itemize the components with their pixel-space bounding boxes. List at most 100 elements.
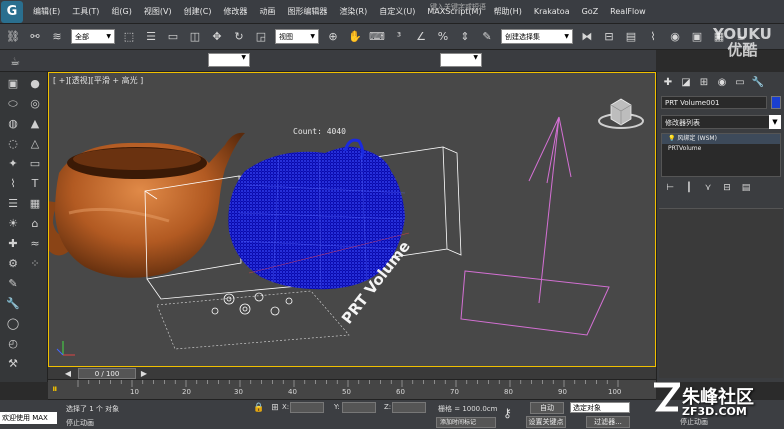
- menu-customize[interactable]: 自定义(U): [373, 6, 421, 17]
- clock-icon[interactable]: ◴: [4, 336, 22, 352]
- show-end-result-icon[interactable]: ┃: [682, 182, 696, 194]
- menu-rendering[interactable]: 渲染(R): [333, 6, 373, 17]
- menu-animation[interactable]: 动画: [253, 6, 281, 17]
- utilities-panel-icon[interactable]: 🔧: [751, 76, 765, 90]
- x-coord-field[interactable]: [290, 402, 324, 413]
- align-icon[interactable]: ⊟: [601, 29, 617, 45]
- curve-editor-icon[interactable]: ⌇: [645, 29, 661, 45]
- teapot-object[interactable]: [49, 132, 245, 278]
- helper-icon[interactable]: ✚: [4, 236, 22, 252]
- teapot-icon[interactable]: ☕: [7, 53, 23, 69]
- time-slider-thumb[interactable]: 0 / 100: [78, 368, 136, 379]
- subbar-dropdown-2[interactable]: ▼: [440, 53, 482, 67]
- y-coord-field[interactable]: [342, 402, 376, 413]
- tube-icon[interactable]: ◌: [4, 136, 22, 152]
- text-shape-icon[interactable]: T: [26, 176, 44, 192]
- lock-selection-icon[interactable]: 🔒: [251, 400, 267, 416]
- snap-icon[interactable]: ³: [391, 29, 407, 45]
- make-unique-icon[interactable]: ⋎: [701, 182, 715, 194]
- pivot-icon[interactable]: ⊕: [325, 29, 341, 45]
- modifier-list-dropdown[interactable]: 修改器列表: [661, 115, 771, 129]
- menu-krakatoa[interactable]: Krakatoa: [528, 7, 576, 16]
- star-icon[interactable]: ✦: [4, 156, 22, 172]
- display-panel-icon[interactable]: ▭: [733, 76, 747, 90]
- menu-modifiers[interactable]: 修改器: [217, 6, 253, 17]
- menu-edit[interactable]: 编辑(E): [27, 6, 66, 17]
- torus-icon[interactable]: ◎: [26, 96, 44, 112]
- add-time-tag[interactable]: 添加时间标记: [436, 417, 496, 428]
- scale-icon[interactable]: ◲: [253, 29, 269, 45]
- pin-stack-icon[interactable]: ⊢: [663, 182, 677, 194]
- wrench-icon[interactable]: 🔧: [4, 296, 22, 312]
- menu-create[interactable]: 创建(C): [178, 6, 218, 17]
- reference-coord-dropdown[interactable]: 视图 ▼: [275, 29, 319, 44]
- keyboard-shortcut-icon[interactable]: ⌨: [369, 29, 385, 45]
- time-next-icon[interactable]: ▶: [138, 368, 150, 379]
- modify-panel-icon[interactable]: ◪: [679, 76, 693, 90]
- set-key-button[interactable]: 设置关键点: [526, 416, 566, 428]
- app-logo-icon[interactable]: G: [1, 0, 23, 23]
- unlink-icon[interactable]: ⚯: [27, 29, 43, 45]
- bulb-icon[interactable]: 💡: [668, 135, 675, 142]
- angle-snap-icon[interactable]: ∠: [413, 29, 429, 45]
- brush-icon[interactable]: ✎: [4, 276, 22, 292]
- cylinder-icon[interactable]: ⬭: [4, 96, 22, 112]
- menu-help[interactable]: 帮助(H): [488, 6, 528, 17]
- plane-icon[interactable]: ▭: [26, 156, 44, 172]
- select-manipulate-icon[interactable]: ✋: [347, 29, 363, 45]
- named-selection-dropdown[interactable]: 创建选择集 ▼: [501, 29, 573, 44]
- z-coord-field[interactable]: [392, 402, 426, 413]
- absolute-mode-icon[interactable]: ⊞: [267, 400, 283, 416]
- light-icon[interactable]: ☀: [4, 216, 22, 232]
- menu-realflow[interactable]: RealFlow: [604, 7, 652, 16]
- menu-group[interactable]: 组(G): [105, 6, 137, 17]
- menu-graph-editors[interactable]: 图形编辑器: [281, 6, 333, 17]
- layers-icon[interactable]: ☰: [4, 196, 22, 212]
- camera-icon[interactable]: ⌂: [26, 216, 44, 232]
- grid-icon[interactable]: ▦: [26, 196, 44, 212]
- rotate-icon[interactable]: ↻: [231, 29, 247, 45]
- spinner-snap-icon[interactable]: ⇕: [457, 29, 473, 45]
- select-object-icon[interactable]: ⬚: [121, 29, 137, 45]
- ring-icon[interactable]: ◯: [4, 316, 22, 332]
- pyramid-icon[interactable]: △: [26, 136, 44, 152]
- rect-region-icon[interactable]: ▭: [165, 29, 181, 45]
- motion-panel-icon[interactable]: ◉: [715, 76, 729, 90]
- search-input[interactable]: 键入关键字或短语: [430, 2, 490, 11]
- maxscript-listener[interactable]: 欢迎使用 MAX: [0, 412, 57, 424]
- select-by-name-icon[interactable]: ☰: [143, 29, 159, 45]
- modifier-list-arrow[interactable]: ▼: [769, 115, 781, 129]
- configure-sets-icon[interactable]: ▤: [739, 182, 753, 194]
- hierarchy-panel-icon[interactable]: ⊞: [697, 76, 711, 90]
- stack-item-prtvolume[interactable]: PRTVolume: [662, 144, 780, 154]
- viewcube-icon[interactable]: [597, 95, 645, 131]
- wind-spacewarp-object[interactable]: [460, 116, 610, 336]
- particle-icon[interactable]: ⁘: [26, 256, 44, 272]
- track-bar[interactable]: ⏸ 10 20 30 40 50 60 70 80 90 100: [48, 380, 656, 400]
- key-icon[interactable]: ⚷: [503, 406, 512, 420]
- mirror-icon[interactable]: ⧓: [579, 29, 595, 45]
- box-icon[interactable]: ▣: [4, 76, 22, 92]
- menu-tools[interactable]: 工具(T): [66, 6, 105, 17]
- auto-key-button[interactable]: 自动: [530, 402, 564, 414]
- spacewarp-icon[interactable]: ≈: [26, 236, 44, 252]
- key-filters-button[interactable]: 过滤器...: [586, 416, 630, 428]
- material-editor-icon[interactable]: ◉: [667, 29, 683, 45]
- remove-modifier-icon[interactable]: ⊟: [720, 182, 734, 194]
- sphere-icon[interactable]: ●: [26, 76, 44, 92]
- create-panel-icon[interactable]: ✚: [661, 76, 675, 90]
- helix-icon[interactable]: ⌇: [4, 176, 22, 192]
- percent-snap-icon[interactable]: %: [435, 29, 451, 45]
- geosphere-icon[interactable]: ◍: [4, 116, 22, 132]
- system-icon[interactable]: ⚙: [4, 256, 22, 272]
- move-icon[interactable]: ✥: [209, 29, 225, 45]
- window-crossing-icon[interactable]: ◫: [187, 29, 203, 45]
- object-name-field[interactable]: PRT Volume001: [661, 96, 767, 109]
- subbar-dropdown-1[interactable]: ▼: [208, 53, 250, 67]
- time-slider[interactable]: ◀ 0 / 100 ▶: [48, 367, 656, 380]
- bind-space-warp-icon[interactable]: ≋: [49, 29, 65, 45]
- viewport-label[interactable]: [ +][透视][平滑 + 高光 ]: [53, 75, 143, 86]
- key-filter-dropdown[interactable]: 选定对象: [570, 402, 630, 413]
- edit-named-sel-icon[interactable]: ✎: [479, 29, 495, 45]
- menu-views[interactable]: 视图(V): [138, 6, 178, 17]
